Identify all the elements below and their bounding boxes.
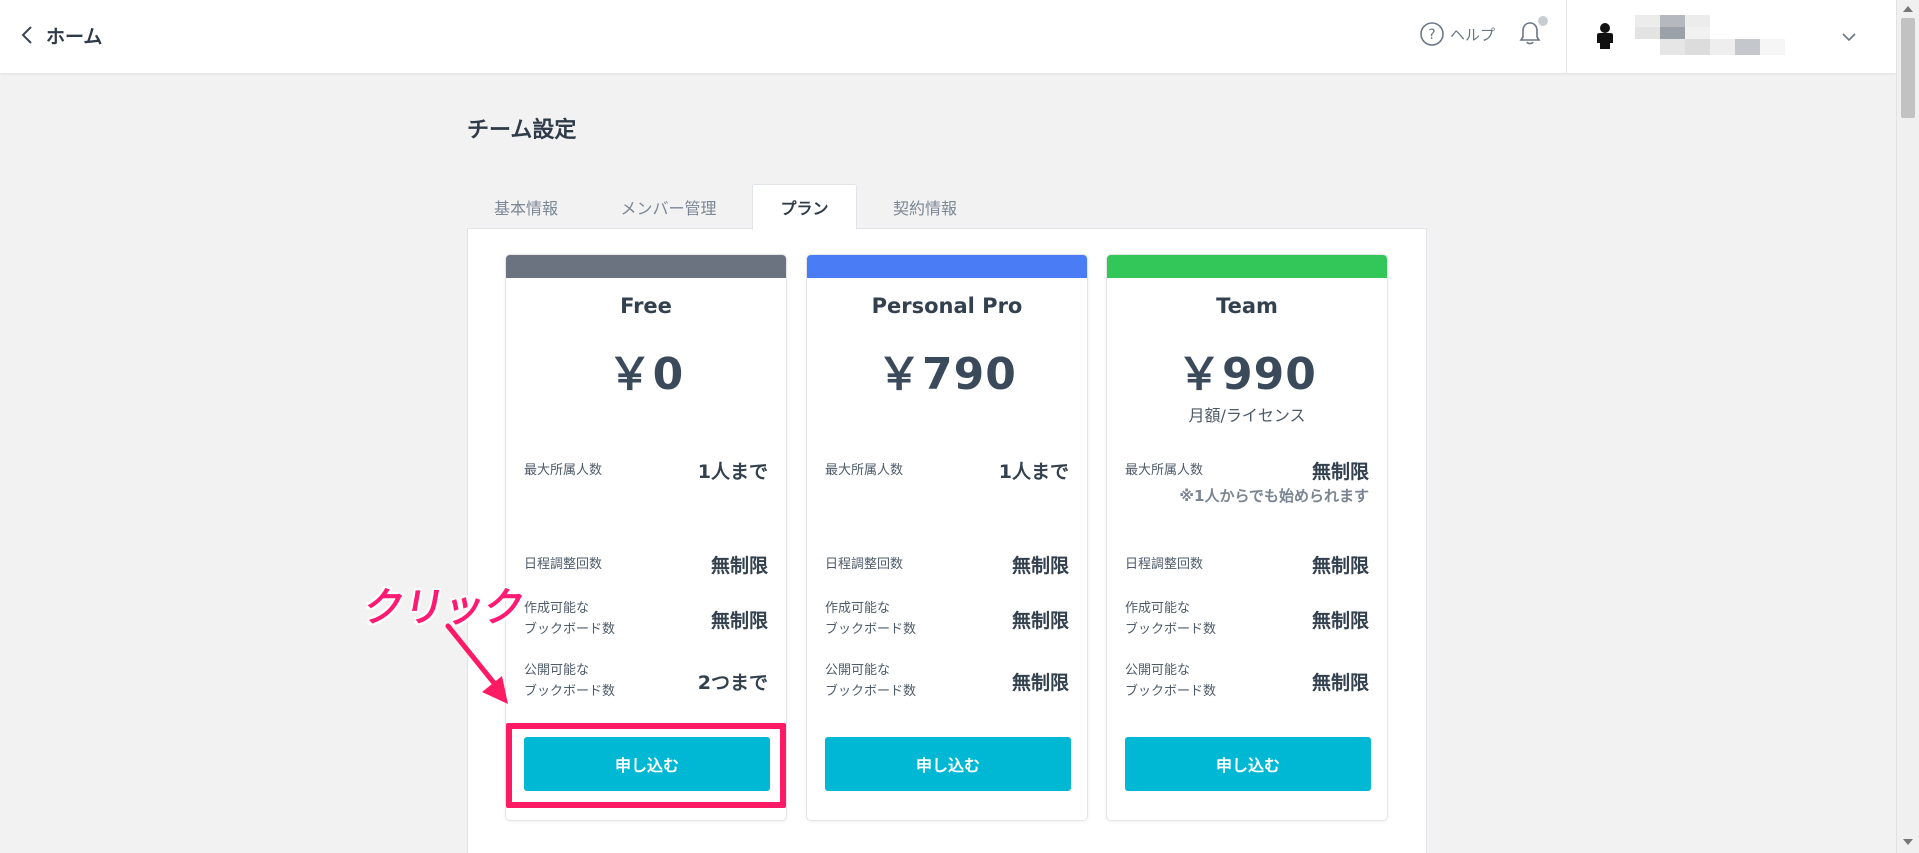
public-label-line1: 公開可能な (1125, 663, 1191, 678)
schedule-row: 日程調整回数 無制限 (1125, 551, 1369, 578)
public-label-line2: ブックボード数 (825, 684, 917, 699)
plan-color-band (807, 255, 1087, 278)
max-members-row: 最大所属人数 無制限 ※1人からでも始められます (1125, 457, 1369, 505)
public-label-line1: 公開可能な (825, 663, 891, 678)
chevron-left-icon (21, 26, 32, 44)
boards-label-line1: 作成可能な (825, 601, 891, 616)
chevron-down-icon (1842, 33, 1856, 42)
tab-member-management[interactable]: メンバー管理 (585, 184, 752, 230)
max-members-value: 無制限 (1311, 461, 1369, 483)
user-menu-dropdown[interactable] (1841, 27, 1857, 46)
public-label-line1: 公開可能な (524, 663, 590, 678)
scroll-down-arrow[interactable] (1903, 839, 1913, 845)
user-icon (1597, 23, 1613, 49)
boards-label-line1: 作成可能な (524, 601, 590, 616)
plan-price-unit: 月額/ライセンス (1188, 406, 1306, 425)
page-title: チーム設定 (467, 118, 577, 143)
plan-price: ￥0 (607, 349, 685, 400)
scroll-thumb[interactable] (1901, 18, 1915, 118)
notification-dot (1538, 16, 1548, 26)
annotation-highlight-box (506, 723, 786, 808)
boards-row: 作成可能なブックボード数 無制限 (1125, 598, 1369, 640)
public-boards-row: 公開可能なブックボード数 無制限 (825, 660, 1069, 702)
user-menu[interactable] (1595, 15, 1825, 60)
boards-label: 作成可能なブックボード数 (1125, 598, 1216, 640)
tab-basic-info[interactable]: 基本情報 (467, 184, 585, 230)
schedule-label: 日程調整回数 (825, 557, 904, 572)
plan-name: Personal Pro (871, 294, 1023, 318)
max-members-value: 1人まで (998, 461, 1069, 483)
vertical-scrollbar[interactable] (1896, 0, 1919, 853)
top-bar: ホーム ? ヘルプ (0, 0, 1896, 73)
public-boards-value: 無制限 (1011, 671, 1069, 694)
plan-card-personal-pro: Personal Pro ￥790 最大所属人数 1人まで 日程調整回数 無制限… (806, 254, 1088, 821)
schedule-value: 無制限 (710, 555, 768, 577)
max-members-label: 最大所属人数 (524, 463, 603, 478)
notification-button[interactable] (1518, 16, 1548, 50)
public-label-line2: ブックボード数 (1125, 684, 1217, 699)
apply-personal-pro-button[interactable]: 申し込む (825, 737, 1071, 791)
public-boards-label: 公開可能なブックボード数 (825, 660, 916, 702)
public-boards-row: 公開可能なブックボード数 無制限 (1125, 660, 1369, 702)
annotation-arrow-icon (445, 623, 508, 704)
tab-plan[interactable]: プラン (752, 184, 857, 230)
max-members-row: 最大所属人数 1人まで (524, 457, 768, 484)
boards-value: 無制限 (1011, 609, 1069, 632)
back-label: ホーム (46, 25, 103, 48)
boards-value: 無制限 (710, 609, 768, 632)
public-boards-label: 公開可能なブックボード数 (524, 660, 615, 702)
max-members-note: ※1人からでも始められます (1179, 487, 1369, 505)
apply-team-button[interactable]: 申し込む (1125, 737, 1371, 791)
public-boards-value: 無制限 (1311, 671, 1369, 694)
boards-label-line2: ブックボード数 (1125, 622, 1217, 637)
question-circle-icon: ? (1420, 22, 1444, 46)
boards-label: 作成可能なブックボード数 (825, 598, 916, 640)
schedule-row: 日程調整回数 無制限 (825, 551, 1069, 578)
public-boards-value: 2つまで (697, 671, 768, 694)
schedule-value: 無制限 (1311, 555, 1369, 577)
plan-color-band (1107, 255, 1387, 278)
schedule-label: 日程調整回数 (524, 557, 603, 572)
tab-contract-info[interactable]: 契約情報 (857, 184, 993, 230)
plan-price: ￥990 (1177, 349, 1317, 400)
redacted-username (1635, 15, 1785, 65)
schedule-row: 日程調整回数 無制限 (524, 551, 768, 578)
public-boards-row: 公開可能なブックボード数 2つまで (524, 660, 768, 702)
schedule-value: 無制限 (1011, 555, 1069, 577)
max-members-label: 最大所属人数 (825, 463, 904, 478)
max-members-label: 最大所属人数 (1125, 463, 1204, 478)
plan-name: Free (620, 294, 672, 318)
help-label: ヘルプ (1450, 25, 1496, 44)
help-link[interactable]: ? ヘルプ (1419, 21, 1495, 47)
max-members-row: 最大所属人数 1人まで (825, 457, 1069, 484)
header-divider (1566, 0, 1567, 73)
settings-tabs: 基本情報 メンバー管理 プラン 契約情報 (467, 184, 993, 230)
boards-label-line2: ブックボード数 (825, 622, 917, 637)
boards-label: 作成可能なブックボード数 (524, 598, 615, 640)
boards-row: 作成可能なブックボード数 無制限 (825, 598, 1069, 640)
public-boards-label: 公開可能なブックボード数 (1125, 660, 1216, 702)
max-members-value: 1人まで (697, 461, 768, 483)
schedule-label: 日程調整回数 (1125, 557, 1204, 572)
plan-color-band (506, 255, 786, 278)
boards-value: 無制限 (1311, 609, 1369, 632)
plan-name: Team (1216, 294, 1278, 318)
scroll-up-arrow[interactable] (1903, 6, 1913, 12)
boards-label-line1: 作成可能な (1125, 601, 1191, 616)
svg-text:?: ? (1428, 27, 1435, 43)
public-label-line2: ブックボード数 (524, 684, 616, 699)
boards-row: 作成可能なブックボード数 無制限 (524, 598, 768, 640)
plan-price: ￥790 (877, 349, 1017, 400)
plan-card-team: Team ￥990 月額/ライセンス 最大所属人数 無制限 ※1人からでも始めら… (1106, 254, 1388, 821)
back-to-home-link[interactable]: ホーム (20, 20, 102, 50)
boards-label-line2: ブックボード数 (524, 622, 616, 637)
